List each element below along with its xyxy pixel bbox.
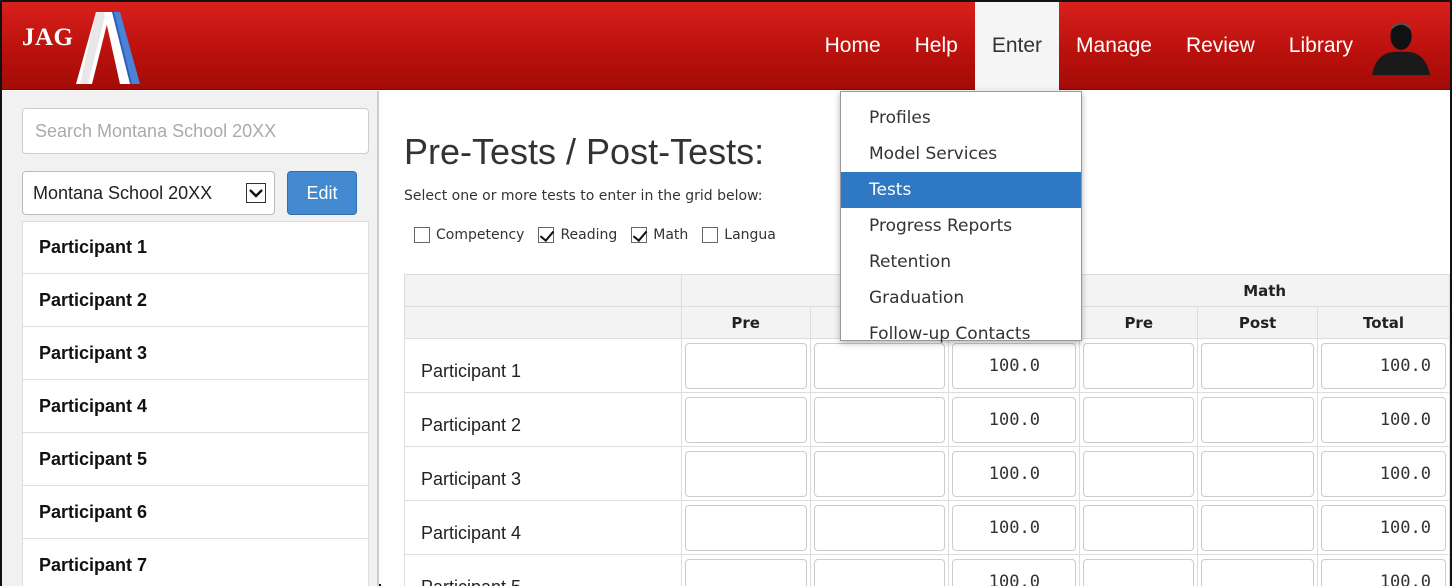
nav-manage[interactable]: Manage [1059, 2, 1169, 90]
participant-list: Participant 1 Participant 2 Participant … [22, 221, 369, 586]
edit-button[interactable]: Edit [287, 171, 357, 215]
reading-post-input[interactable] [813, 504, 946, 551]
menu-item-profiles[interactable]: Profiles [841, 100, 1081, 136]
table-row: Participant 4 [404, 500, 1450, 555]
reading-pre-input[interactable] [684, 342, 807, 389]
math-post-input[interactable] [1201, 342, 1315, 389]
user-avatar[interactable] [1370, 2, 1450, 90]
math-pre-input[interactable] [1083, 342, 1195, 389]
math-pre-input[interactable] [1083, 558, 1195, 586]
math-post-input[interactable] [1201, 396, 1315, 443]
participant-item[interactable]: Participant 7 [22, 539, 369, 586]
reading-pre-input[interactable] [684, 396, 807, 443]
grid-header-math-group: Math [1079, 274, 1450, 307]
math-total-input[interactable] [1321, 558, 1446, 586]
participant-item[interactable]: Participant 5 [22, 433, 369, 486]
participant-item[interactable]: Participant 4 [22, 380, 369, 433]
checkbox-math[interactable]: Math [631, 227, 688, 243]
grid-header-blank [404, 306, 682, 339]
checkbox-competency[interactable]: Competency [414, 227, 524, 243]
grid-header-blank [404, 274, 682, 307]
nav-review[interactable]: Review [1169, 2, 1272, 90]
school-select[interactable]: Montana School 20XX [22, 171, 275, 215]
menu-item-follow-up-contacts[interactable]: Follow-up Contacts [841, 316, 1081, 352]
checkbox-label: Competency [436, 227, 525, 243]
math-post-input[interactable] [1201, 504, 1315, 551]
checkbox-label: Langua [724, 227, 776, 243]
menu-item-tests[interactable]: Tests [841, 172, 1081, 208]
grid-header-reading-pre: Pre [680, 306, 811, 339]
enter-dropdown-menu: Profiles Model Services Tests Progress R… [840, 91, 1082, 344]
grid-header-math-total: Total [1317, 306, 1450, 339]
checkbox-box[interactable] [631, 227, 648, 243]
checkbox-label: Math [653, 227, 689, 243]
menu-item-model-services[interactable]: Model Services [841, 136, 1081, 172]
math-pre-input[interactable] [1083, 396, 1195, 443]
brand-name[interactable]: JAG [22, 24, 74, 52]
checkbox-box[interactable] [702, 227, 719, 243]
math-post-input[interactable] [1201, 450, 1315, 497]
math-total-input[interactable] [1321, 450, 1446, 497]
reading-pre-input[interactable] [684, 504, 807, 551]
checkbox-label: Reading [560, 227, 618, 243]
sidebar: Montana School 20XX Edit Participant 1 P… [2, 91, 379, 586]
participant-item[interactable]: Participant 3 [22, 327, 369, 380]
user-avatar-icon [1371, 22, 1431, 76]
checkbox-reading[interactable]: Reading [538, 227, 617, 243]
checkbox-box[interactable] [414, 227, 430, 243]
ribbon-logo-icon[interactable] [74, 8, 149, 86]
math-total-input[interactable] [1321, 396, 1446, 443]
row-participant-name: Participant 1 [404, 338, 682, 393]
reading-post-input[interactable] [813, 396, 946, 443]
reading-post-input[interactable] [813, 558, 946, 586]
math-total-input[interactable] [1321, 504, 1446, 551]
math-post-input[interactable] [1201, 558, 1315, 586]
math-pre-input[interactable] [1083, 504, 1195, 551]
reading-total-input[interactable] [952, 396, 1077, 443]
school-select-value: Montana School 20XX [33, 182, 213, 203]
checkbox-language[interactable]: Langua [702, 227, 776, 243]
test-type-checkboxes: Competency Reading Math Langua [414, 227, 790, 243]
menu-item-retention[interactable]: Retention [841, 244, 1081, 280]
grid-header-math-pre: Pre [1079, 306, 1199, 339]
grid-header-math-post: Post [1197, 306, 1319, 339]
nav-library[interactable]: Library [1272, 2, 1370, 90]
reading-post-input[interactable] [813, 450, 946, 497]
row-participant-name: Participant 4 [404, 500, 682, 555]
nav-help[interactable]: Help [898, 2, 975, 90]
participant-item[interactable]: Participant 2 [22, 274, 369, 327]
page-title: Pre-Tests / Post-Tests: [404, 131, 765, 172]
reading-total-input[interactable] [952, 504, 1077, 551]
row-participant-name: Participant 3 [404, 446, 682, 501]
search-input[interactable] [22, 108, 369, 154]
reading-total-input[interactable] [952, 450, 1077, 497]
table-row: Participant 2 [404, 392, 1450, 447]
row-participant-name: Participant 2 [404, 392, 682, 447]
row-participant-name: Participant 5 [404, 554, 682, 586]
table-row: Participant 3 [404, 446, 1450, 501]
participant-item[interactable]: Participant 6 [22, 486, 369, 539]
reading-total-input[interactable] [952, 558, 1077, 586]
nav-home[interactable]: Home [808, 2, 898, 90]
math-pre-input[interactable] [1083, 450, 1195, 497]
checkbox-box[interactable] [538, 227, 555, 243]
main-nav: Home Help Enter Manage Review Library [808, 2, 1450, 90]
math-total-input[interactable] [1321, 342, 1446, 389]
grid-hint: Select one or more tests to enter in the… [404, 188, 763, 204]
menu-item-progress-reports[interactable]: Progress Reports [841, 208, 1081, 244]
reading-pre-input[interactable] [684, 450, 807, 497]
menu-item-graduation[interactable]: Graduation [841, 280, 1081, 316]
reading-pre-input[interactable] [684, 558, 807, 586]
nav-enter[interactable]: Enter [974, 2, 1060, 90]
top-navbar: JAG Home Help Enter Manage Review Librar… [2, 2, 1450, 90]
chevron-down-icon[interactable] [246, 183, 266, 203]
table-row: Participant 5 [404, 554, 1450, 586]
participant-item[interactable]: Participant 1 [22, 221, 369, 274]
